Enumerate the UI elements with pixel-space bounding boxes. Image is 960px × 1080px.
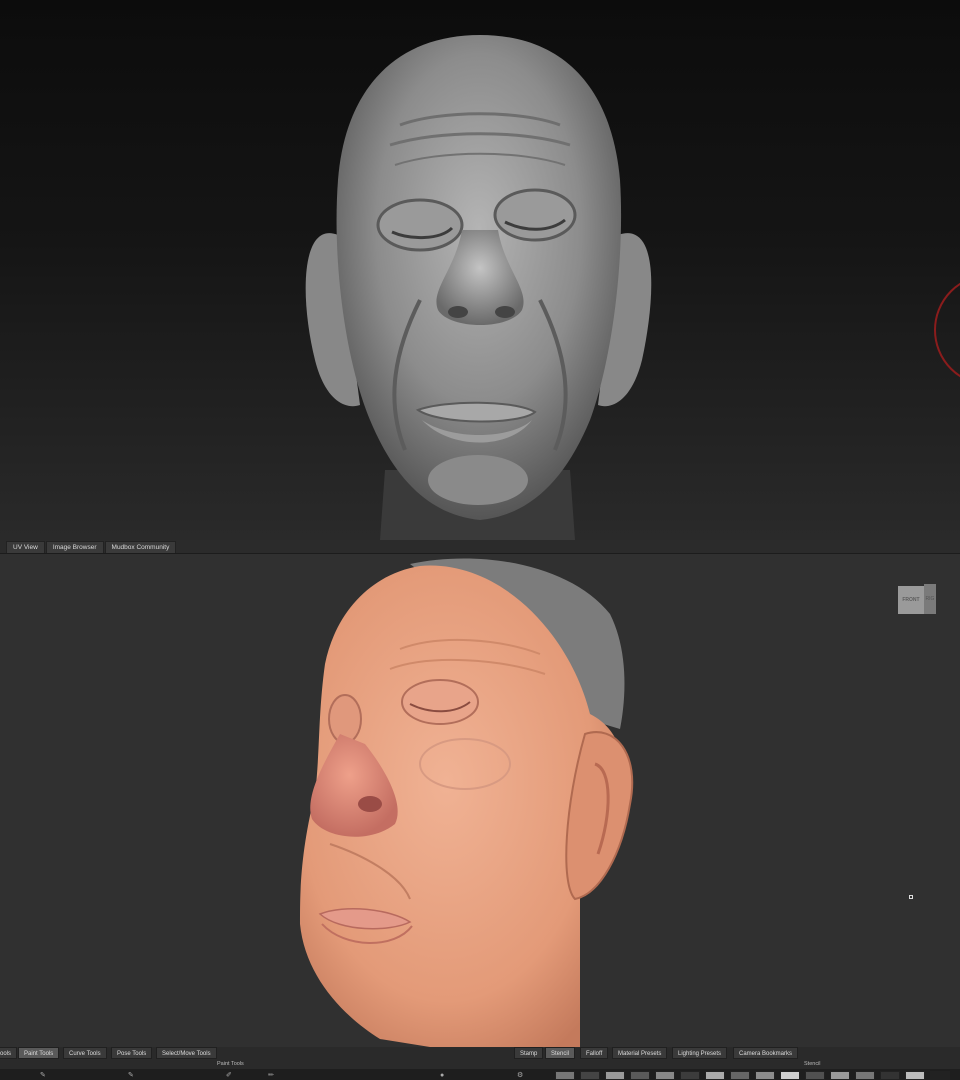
mudbox-window: UV View Image Browser Mudbox Community F…	[0, 540, 960, 1080]
stencil-thumbnail[interactable]	[830, 1071, 850, 1080]
stencil-thumbnail[interactable]	[555, 1071, 575, 1080]
stencil-thumbnail[interactable]	[655, 1071, 675, 1080]
stencil-settings-icon[interactable]: ⚙	[517, 1071, 527, 1080]
tab-stencil[interactable]: Stencil	[545, 1047, 576, 1059]
airbrush-tool-icon[interactable]: ✐	[226, 1071, 236, 1080]
stencil-tray-title: Stencil	[804, 1061, 821, 1067]
viewcube-right-face[interactable]: RIG	[924, 584, 936, 614]
stencil-thumbnail[interactable]	[630, 1071, 650, 1080]
stencil-thumbnail[interactable]	[680, 1071, 700, 1080]
stencil-thumbnail[interactable]	[855, 1071, 875, 1080]
clone-tool-icon[interactable]: ●	[440, 1071, 450, 1080]
viewcube-front-face[interactable]: FRONT	[898, 586, 924, 614]
textured-head-image	[300, 558, 634, 1047]
view-cube-widget[interactable]: FRONT RIG	[898, 584, 936, 614]
sculpt-render-view	[0, 0, 960, 540]
tab-paint-tools[interactable]: Paint Tools	[18, 1047, 60, 1059]
stencil-thumbnail[interactable]	[730, 1071, 750, 1080]
stencil-thumbnail[interactable]	[755, 1071, 775, 1080]
tab-material-presets[interactable]: Material Presets	[612, 1047, 668, 1059]
tab-select-move-tools[interactable]: Select/Move Tools	[156, 1047, 217, 1059]
tab-pose-tools[interactable]: Pose Tools	[111, 1047, 153, 1059]
tab-uv-view[interactable]: UV View	[6, 541, 45, 553]
stencil-thumbnail[interactable]	[930, 1071, 950, 1080]
stencil-thumbnail[interactable]	[605, 1071, 625, 1080]
viewport-tab-bar: UV View Image Browser Mudbox Community	[0, 540, 960, 554]
tab-curve-tools[interactable]: Curve Tools	[63, 1047, 107, 1059]
stencil-thumbnail[interactable]	[705, 1071, 725, 1080]
paint-tools-tray-title: Paint Tools	[217, 1061, 244, 1067]
tab-image-browser[interactable]: Image Browser	[45, 541, 104, 553]
gray-sculpt-head-image	[305, 35, 960, 540]
tab-falloff[interactable]: Falloff	[580, 1047, 609, 1059]
dry-brush-tool-icon[interactable]: ✎	[128, 1071, 138, 1080]
stencil-thumbnail[interactable]	[580, 1071, 600, 1080]
tab-sculpt-tools[interactable]: ools	[0, 1047, 18, 1059]
tab-lighting-presets[interactable]: Lighting Presets	[672, 1047, 728, 1059]
brush-tool-icon[interactable]: ✎	[40, 1071, 50, 1080]
tab-mudbox-community[interactable]: Mudbox Community	[104, 541, 177, 553]
stencil-thumbnail[interactable]	[780, 1071, 800, 1080]
stencil-thumbnail[interactable]	[905, 1071, 925, 1080]
tab-camera-bookmarks[interactable]: Camera Bookmarks	[733, 1047, 799, 1059]
cursor-marker	[909, 895, 913, 899]
stencil-thumbnail[interactable]	[805, 1071, 825, 1080]
stencil-thumbnail[interactable]	[880, 1071, 900, 1080]
tray-tab-bar: ools Paint Tools Curve Tools Pose Tools …	[0, 1047, 960, 1059]
bottom-tray: ools Paint Tools Curve Tools Pose Tools …	[0, 1047, 960, 1080]
pencil-tool-icon[interactable]: ✏	[268, 1071, 278, 1080]
tab-stamp[interactable]: Stamp	[514, 1047, 544, 1059]
3d-viewport[interactable]: FRONT RIG	[0, 554, 960, 1047]
